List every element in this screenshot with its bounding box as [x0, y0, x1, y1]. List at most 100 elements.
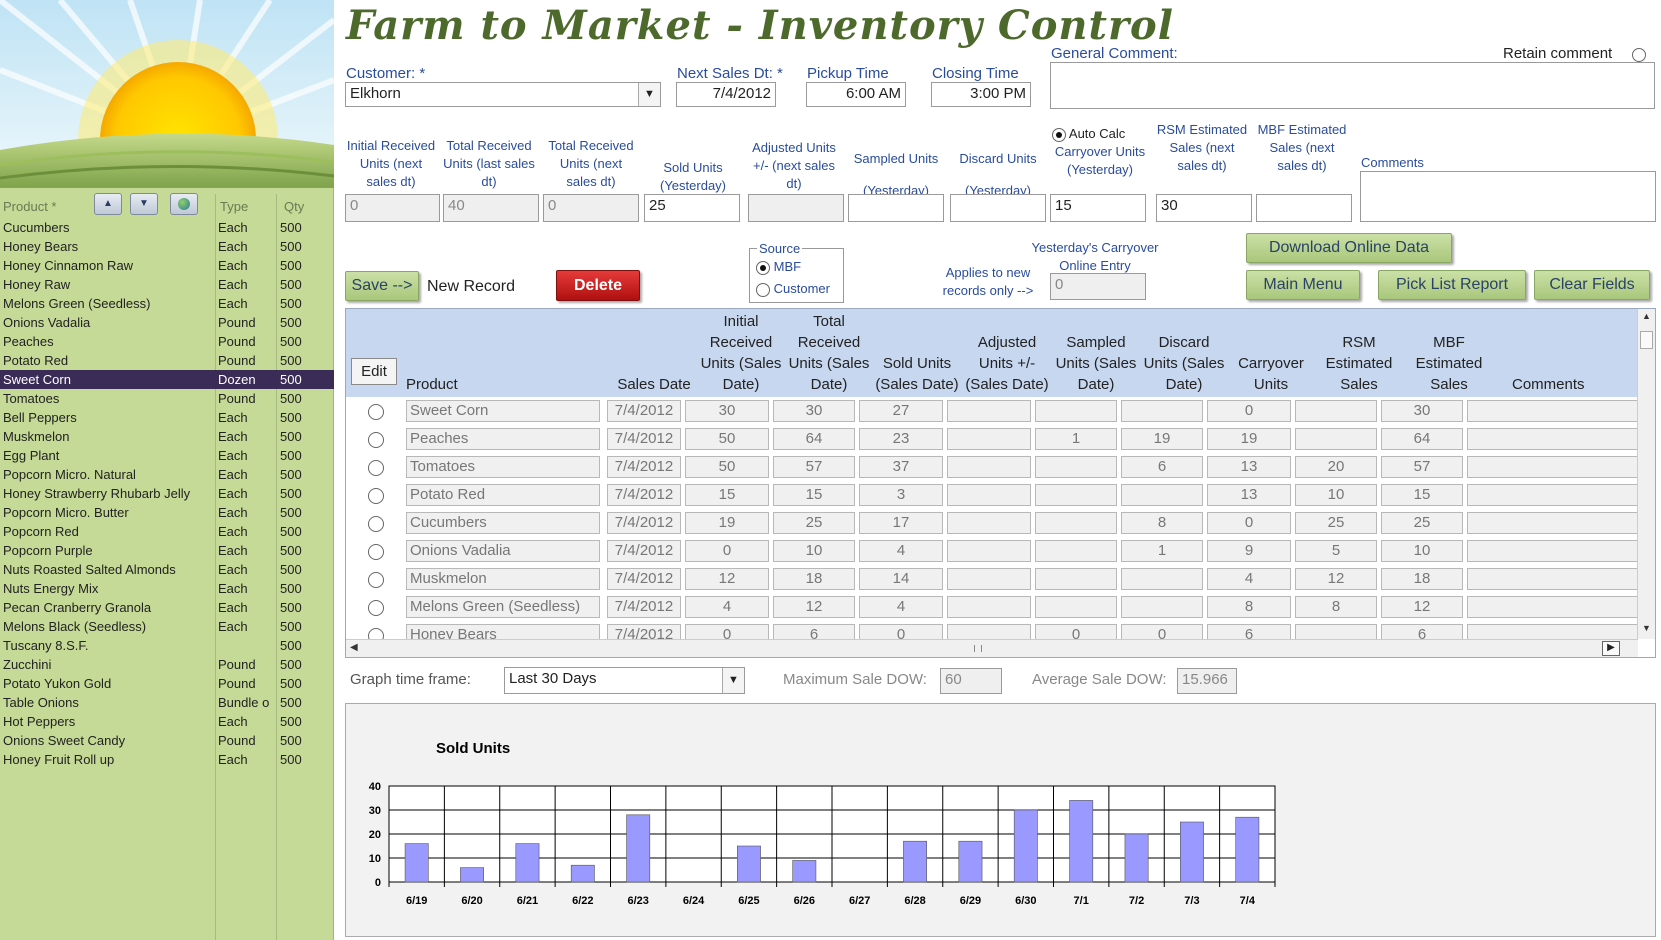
grid-cell-product[interactable]: Cucumbers: [406, 512, 600, 534]
row-select-radio[interactable]: [368, 404, 384, 420]
grid-cell-sampled[interactable]: [1035, 400, 1117, 422]
initial-received-field[interactable]: 0: [345, 194, 440, 222]
grid-cell-sold[interactable]: 23: [859, 428, 943, 450]
product-list-item[interactable]: Muskmelon Each 500: [0, 427, 334, 446]
total-received-last-field[interactable]: 40: [443, 194, 539, 222]
pickup-time-field[interactable]: 6:00 AM: [806, 82, 906, 107]
product-list-item[interactable]: Melons Green (Seedless) Each 500: [0, 294, 334, 313]
scroll-right-icon[interactable]: ▶: [1602, 641, 1620, 656]
product-list-item[interactable]: Honey Bears Each 500: [0, 237, 334, 256]
grid-cell-adjusted[interactable]: [947, 484, 1031, 506]
product-list-item[interactable]: Honey Strawberry Rhubarb Jelly Each 500: [0, 484, 334, 503]
yesterday-carryover-field[interactable]: 0: [1050, 273, 1146, 300]
next-sales-date-field[interactable]: 7/4/2012: [676, 82, 776, 107]
main-menu-button[interactable]: Main Menu: [1246, 270, 1360, 300]
grid-cell-sold[interactable]: 27: [859, 400, 943, 422]
grid-cell-mbf[interactable]: 64: [1381, 428, 1463, 450]
customer-select[interactable]: Elkhorn ▼: [345, 82, 661, 107]
grid-cell-comments[interactable]: [1467, 400, 1638, 422]
product-list-item[interactable]: Tomatoes Pound 500: [0, 389, 334, 408]
grid-cell-initial[interactable]: 4: [685, 596, 769, 618]
grid-cell-rsm[interactable]: 20: [1295, 456, 1377, 478]
grid-cell-rsm[interactable]: 8: [1295, 596, 1377, 618]
product-list-item[interactable]: Potato Red Pound 500: [0, 351, 334, 370]
grid-cell-sold[interactable]: 4: [859, 540, 943, 562]
grid-cell-carryover[interactable]: 13: [1207, 484, 1291, 506]
grid-cell-adjusted[interactable]: [947, 400, 1031, 422]
grid-cell-rsm[interactable]: [1295, 428, 1377, 450]
row-select-radio[interactable]: [368, 488, 384, 504]
product-list-item[interactable]: Table Onions Bundle o 500: [0, 693, 334, 712]
product-list-item[interactable]: Popcorn Red Each 500: [0, 522, 334, 541]
globe-button[interactable]: [170, 193, 198, 215]
grid-cell-total[interactable]: 15: [773, 484, 855, 506]
row-select-radio[interactable]: [368, 572, 384, 588]
sort-up-button[interactable]: ▲: [94, 193, 122, 215]
grid-cell-discard[interactable]: 8: [1121, 512, 1203, 534]
product-list-item[interactable]: Honey Fruit Roll up Each 500: [0, 750, 334, 769]
grid-cell-carryover[interactable]: 8: [1207, 596, 1291, 618]
discard-units-field[interactable]: [950, 194, 1046, 222]
grid-cell-initial[interactable]: 19: [685, 512, 769, 534]
sold-units-field[interactable]: 25: [644, 194, 740, 222]
grid-cell-comments[interactable]: [1467, 596, 1638, 618]
grid-cell-sold[interactable]: 14: [859, 568, 943, 590]
download-online-data-button[interactable]: Download Online Data: [1246, 233, 1452, 263]
grid-cell-adjusted[interactable]: [947, 596, 1031, 618]
grid-cell-date[interactable]: 7/4/2012: [607, 596, 681, 618]
product-list-item[interactable]: Honey Cinnamon Raw Each 500: [0, 256, 334, 275]
grid-cell-rsm[interactable]: 12: [1295, 568, 1377, 590]
row-select-radio[interactable]: [368, 544, 384, 560]
carryover-field[interactable]: 15: [1050, 194, 1146, 222]
grid-cell-product[interactable]: Melons Green (Seedless): [406, 596, 600, 618]
grid-cell-total[interactable]: 12: [773, 596, 855, 618]
scroll-thumb[interactable]: [1640, 331, 1653, 349]
grid-cell-total[interactable]: 30: [773, 400, 855, 422]
grid-cell-initial[interactable]: 0: [685, 540, 769, 562]
total-received-next-field[interactable]: 0: [543, 194, 639, 222]
save-button[interactable]: Save -->: [345, 271, 419, 301]
grid-cell-initial[interactable]: 50: [685, 456, 769, 478]
grid-cell-date[interactable]: 7/4/2012: [607, 484, 681, 506]
grid-cell-sold[interactable]: 4: [859, 596, 943, 618]
grid-cell-discard[interactable]: 19: [1121, 428, 1203, 450]
grid-cell-date[interactable]: 7/4/2012: [607, 456, 681, 478]
general-comment-field[interactable]: [1050, 62, 1655, 109]
grid-cell-total[interactable]: 64: [773, 428, 855, 450]
grid-cell-date[interactable]: 7/4/2012: [607, 512, 681, 534]
grid-cell-initial[interactable]: 30: [685, 400, 769, 422]
product-list-item[interactable]: Potato Yukon Gold Pound 500: [0, 674, 334, 693]
grid-cell-sampled[interactable]: [1035, 456, 1117, 478]
grid-cell-initial[interactable]: 15: [685, 484, 769, 506]
grid-cell-adjusted[interactable]: [947, 568, 1031, 590]
grid-cell-carryover[interactable]: 0: [1207, 400, 1291, 422]
grid-cell-sampled[interactable]: [1035, 512, 1117, 534]
grid-cell-mbf[interactable]: 57: [1381, 456, 1463, 478]
grid-cell-sold[interactable]: 37: [859, 456, 943, 478]
edit-button[interactable]: Edit: [351, 358, 397, 385]
grid-cell-total[interactable]: 10: [773, 540, 855, 562]
grid-cell-discard[interactable]: [1121, 400, 1203, 422]
product-list-item[interactable]: Honey Raw Each 500: [0, 275, 334, 294]
product-list-item[interactable]: Popcorn Micro. Butter Each 500: [0, 503, 334, 522]
mbf-estimated-field[interactable]: [1256, 194, 1352, 222]
scroll-left-icon[interactable]: ◀: [350, 642, 358, 653]
grid-cell-product[interactable]: Potato Red: [406, 484, 600, 506]
grid-cell-sampled[interactable]: [1035, 596, 1117, 618]
grid-cell-product[interactable]: Tomatoes: [406, 456, 600, 478]
grid-cell-mbf[interactable]: 18: [1381, 568, 1463, 590]
vertical-scrollbar[interactable]: ▲ ▼: [1637, 309, 1655, 639]
grid-cell-total[interactable]: 57: [773, 456, 855, 478]
retain-comment-radio[interactable]: [1632, 47, 1646, 62]
source-customer-radio[interactable]: [756, 282, 770, 297]
source-mbf-radio[interactable]: [756, 260, 770, 275]
source-mbf-option[interactable]: MBF: [756, 259, 801, 275]
grid-cell-comments[interactable]: [1467, 540, 1638, 562]
product-list-item[interactable]: Tuscany 8.S.F. 500: [0, 636, 334, 655]
grid-cell-product[interactable]: Peaches: [406, 428, 600, 450]
scroll-up-icon[interactable]: ▲: [1640, 311, 1653, 325]
chevron-down-icon[interactable]: ▼: [638, 83, 660, 106]
grid-cell-initial[interactable]: 50: [685, 428, 769, 450]
product-list-item[interactable]: Nuts Roasted Salted Almonds Each 500: [0, 560, 334, 579]
grid-cell-sold[interactable]: 17: [859, 512, 943, 534]
